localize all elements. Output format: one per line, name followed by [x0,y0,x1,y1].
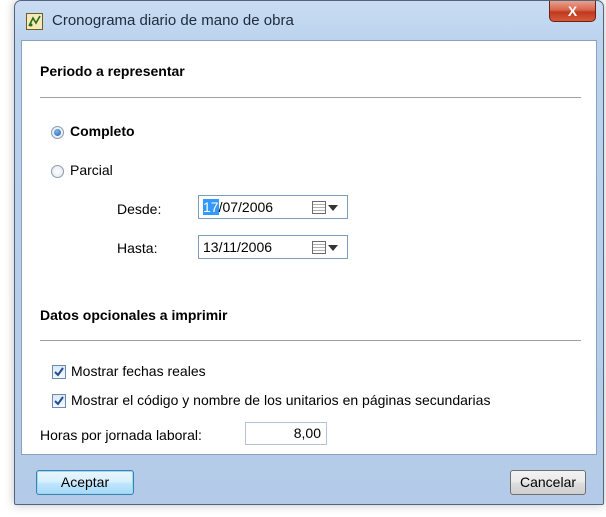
close-button[interactable]: X [549,1,596,22]
complete-radio[interactable] [51,126,64,139]
dialog-content: Periodo a representar Completo Parcial D… [21,40,597,455]
partial-radio[interactable] [51,165,64,178]
hours-label: Horas por jornada laboral: [40,427,202,443]
optional-section-title: Datos opcionales a imprimir [40,307,228,323]
hours-input[interactable]: 8,00 [245,422,327,445]
partial-radio-label[interactable]: Parcial [70,162,113,178]
cancel-button[interactable]: Cancelar [510,470,586,495]
window-title: Cronograma diario de mano de obra [52,12,294,29]
from-date-rest: /07/2006 [218,199,274,215]
from-date-picker[interactable]: 17/07/2006 [198,195,348,219]
show-real-dates-checkbox[interactable] [52,365,66,379]
from-label: Desde: [117,201,162,217]
to-date-value[interactable]: 13/11/2006 [203,239,272,255]
check-icon [54,367,64,377]
chevron-down-icon[interactable] [328,205,338,211]
period-section-title: Periodo a representar [40,63,185,79]
calendar-icon[interactable] [312,201,326,214]
app-icon [26,13,43,30]
show-code-label[interactable]: Mostrar el código y nombre de los unitar… [71,392,490,408]
show-real-dates-label[interactable]: Mostrar fechas reales [71,363,206,379]
calendar-icon[interactable] [312,241,326,254]
to-date-picker[interactable]: 13/11/2006 [198,235,348,259]
period-divider [40,97,581,98]
complete-radio-label[interactable]: Completo [70,123,135,139]
chevron-down-icon[interactable] [328,245,338,251]
from-date-value[interactable]: 17/07/2006 [203,199,273,215]
title-bar[interactable]: Cronograma diario de mano de obra X [15,1,603,41]
accept-button[interactable]: Aceptar [36,470,134,495]
to-label: Hasta: [117,240,158,256]
optional-divider [40,340,581,341]
dialog-window: Cronograma diario de mano de obra X Peri… [14,0,604,505]
check-icon [54,396,64,406]
from-date-selected-part: 17 [203,199,219,215]
show-code-checkbox[interactable] [52,394,66,408]
